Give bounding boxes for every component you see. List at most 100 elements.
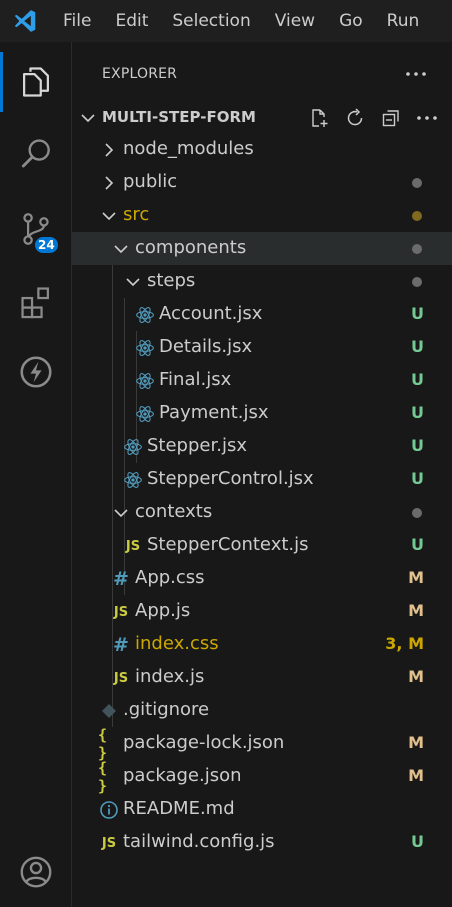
project-more-button[interactable] — [414, 105, 440, 131]
menu-view[interactable]: View — [263, 0, 327, 42]
explorer-title: EXPLORER — [102, 66, 178, 82]
menu-go[interactable]: Go — [327, 0, 375, 42]
tree-item-label: StepperControl.jsx — [147, 468, 314, 489]
tree-item-label: components — [135, 237, 247, 258]
tree-item-label: App.css — [135, 567, 205, 588]
file-icon — [98, 799, 120, 821]
react-icon — [136, 406, 154, 422]
files-icon — [23, 67, 49, 97]
info-icon — [100, 801, 118, 819]
git-status-badge: U — [411, 370, 424, 389]
search-activity[interactable] — [0, 124, 72, 184]
tree-item-label: public — [123, 171, 178, 192]
file-icon: JS — [98, 832, 120, 854]
tree-folder-components[interactable]: components — [72, 232, 452, 265]
account-icon — [20, 856, 52, 888]
lightning-icon — [20, 356, 52, 388]
tree-file-app-css[interactable]: # App.css M — [72, 562, 452, 595]
tree-file-steppercontext-js[interactable]: JS StepperContext.js U — [72, 529, 452, 562]
tree-file-index-css[interactable]: # index.css 3, M — [72, 628, 452, 661]
menu-edit[interactable]: Edit — [103, 0, 160, 42]
tree-item-label: Final.jsx — [159, 369, 232, 390]
tree-item-label: App.js — [135, 600, 191, 621]
file-icon — [134, 337, 156, 359]
tree-file-readme-md[interactable]: README.md — [72, 793, 452, 826]
project-folder-header[interactable]: MULTI-STEP-FORM — [72, 102, 452, 132]
tree-file-package-lock-json[interactable]: { } package-lock.json M — [72, 726, 452, 762]
tree-item-label: tailwind.config.js — [123, 831, 275, 852]
tree-file-index-js[interactable]: JS index.js M — [72, 661, 452, 694]
tree-file-app-js[interactable]: JS App.js M — [72, 595, 452, 628]
source-control-activity[interactable]: 24 — [0, 199, 72, 259]
file-icon: JS — [122, 535, 144, 557]
tree-file-account-jsx[interactable]: Account.jsx U — [72, 298, 452, 331]
more-actions-button[interactable] — [402, 60, 430, 88]
vscode-logo-icon — [0, 0, 50, 42]
tree-item-label: Details.jsx — [159, 336, 253, 357]
chevron-down-icon — [102, 212, 116, 221]
extensions-activity[interactable] — [0, 272, 72, 332]
tree-item-label: StepperContext.js — [147, 534, 309, 555]
git-status-badge: U — [411, 304, 424, 323]
tree-file-gitignore[interactable]: .gitignore — [72, 694, 452, 727]
chevron-right-icon — [105, 143, 114, 157]
git-status-badge: U — [411, 832, 424, 851]
javascript-icon: JS — [125, 538, 141, 554]
tree-item-label: Payment.jsx — [159, 402, 269, 423]
account-activity[interactable] — [0, 842, 72, 902]
tree-file-payment-jsx[interactable]: Payment.jsx U — [72, 397, 452, 430]
source-control-badge: 24 — [33, 235, 60, 255]
file-icon: JS — [110, 601, 132, 623]
tree-folder-src[interactable]: src — [72, 199, 452, 232]
javascript-icon: JS — [113, 670, 129, 686]
git-status-badge: U — [411, 436, 424, 455]
file-icon: # — [110, 634, 132, 656]
collapse-all-button[interactable] — [378, 105, 404, 131]
change-indicator-dot — [412, 277, 422, 287]
tree-file-stepper-jsx[interactable]: Stepper.jsx U — [72, 430, 452, 463]
menu-selection[interactable]: Selection — [160, 0, 262, 42]
chevron-down-icon — [114, 509, 128, 518]
git-status-badge: U — [411, 403, 424, 422]
file-icon — [98, 700, 120, 722]
chevron-down-icon — [126, 278, 140, 287]
file-icon: { } — [98, 726, 120, 762]
react-icon — [136, 307, 154, 323]
tree-item-label: package-lock.json — [123, 732, 285, 753]
json-icon: { } — [98, 726, 107, 762]
lightning-activity[interactable] — [0, 342, 72, 402]
git-status-badge: M — [408, 601, 424, 620]
menu-file[interactable]: File — [50, 0, 103, 42]
change-indicator-dot — [412, 244, 422, 254]
explorer-activity[interactable] — [0, 52, 72, 112]
tree-file-package-json[interactable]: { } package.json M — [72, 759, 452, 795]
tree-item-label: Account.jsx — [159, 303, 263, 324]
javascript-icon: JS — [113, 604, 129, 620]
tree-item-label: node_modules — [123, 138, 254, 159]
file-icon — [134, 304, 156, 326]
collapse-all-icon — [382, 110, 399, 127]
tree-item-label: index.js — [135, 666, 205, 687]
tree-folder-node-modules[interactable]: node_modules — [72, 133, 452, 166]
new-file-button[interactable] — [306, 105, 332, 131]
react-icon — [124, 472, 142, 488]
tree-file-details-jsx[interactable]: Details.jsx U — [72, 331, 452, 364]
tree-file-tailwind-config-js[interactable]: JS tailwind.config.js U — [72, 826, 452, 859]
change-indicator-dot — [412, 178, 422, 188]
tree-file-steppercontrol-jsx[interactable]: StepperControl.jsx U — [72, 463, 452, 496]
css-icon: # — [113, 634, 129, 656]
git-status-badge: U — [411, 535, 424, 554]
tree-file-final-jsx[interactable]: Final.jsx U — [72, 364, 452, 397]
ellipsis-icon — [417, 116, 437, 120]
tree-item-label: package.json — [123, 765, 242, 786]
file-icon: { } — [98, 759, 120, 795]
search-icon — [21, 139, 50, 168]
git-status-badge: U — [411, 337, 424, 356]
refresh-button[interactable] — [342, 105, 368, 131]
tree-item-label: .gitignore — [123, 699, 210, 720]
git-status-badge: M — [408, 733, 424, 752]
tree-folder-steps[interactable]: steps — [72, 265, 452, 298]
tree-folder-contexts[interactable]: contexts — [72, 496, 452, 529]
menu-run[interactable]: Run — [375, 0, 432, 42]
tree-folder-public[interactable]: public — [72, 166, 452, 199]
